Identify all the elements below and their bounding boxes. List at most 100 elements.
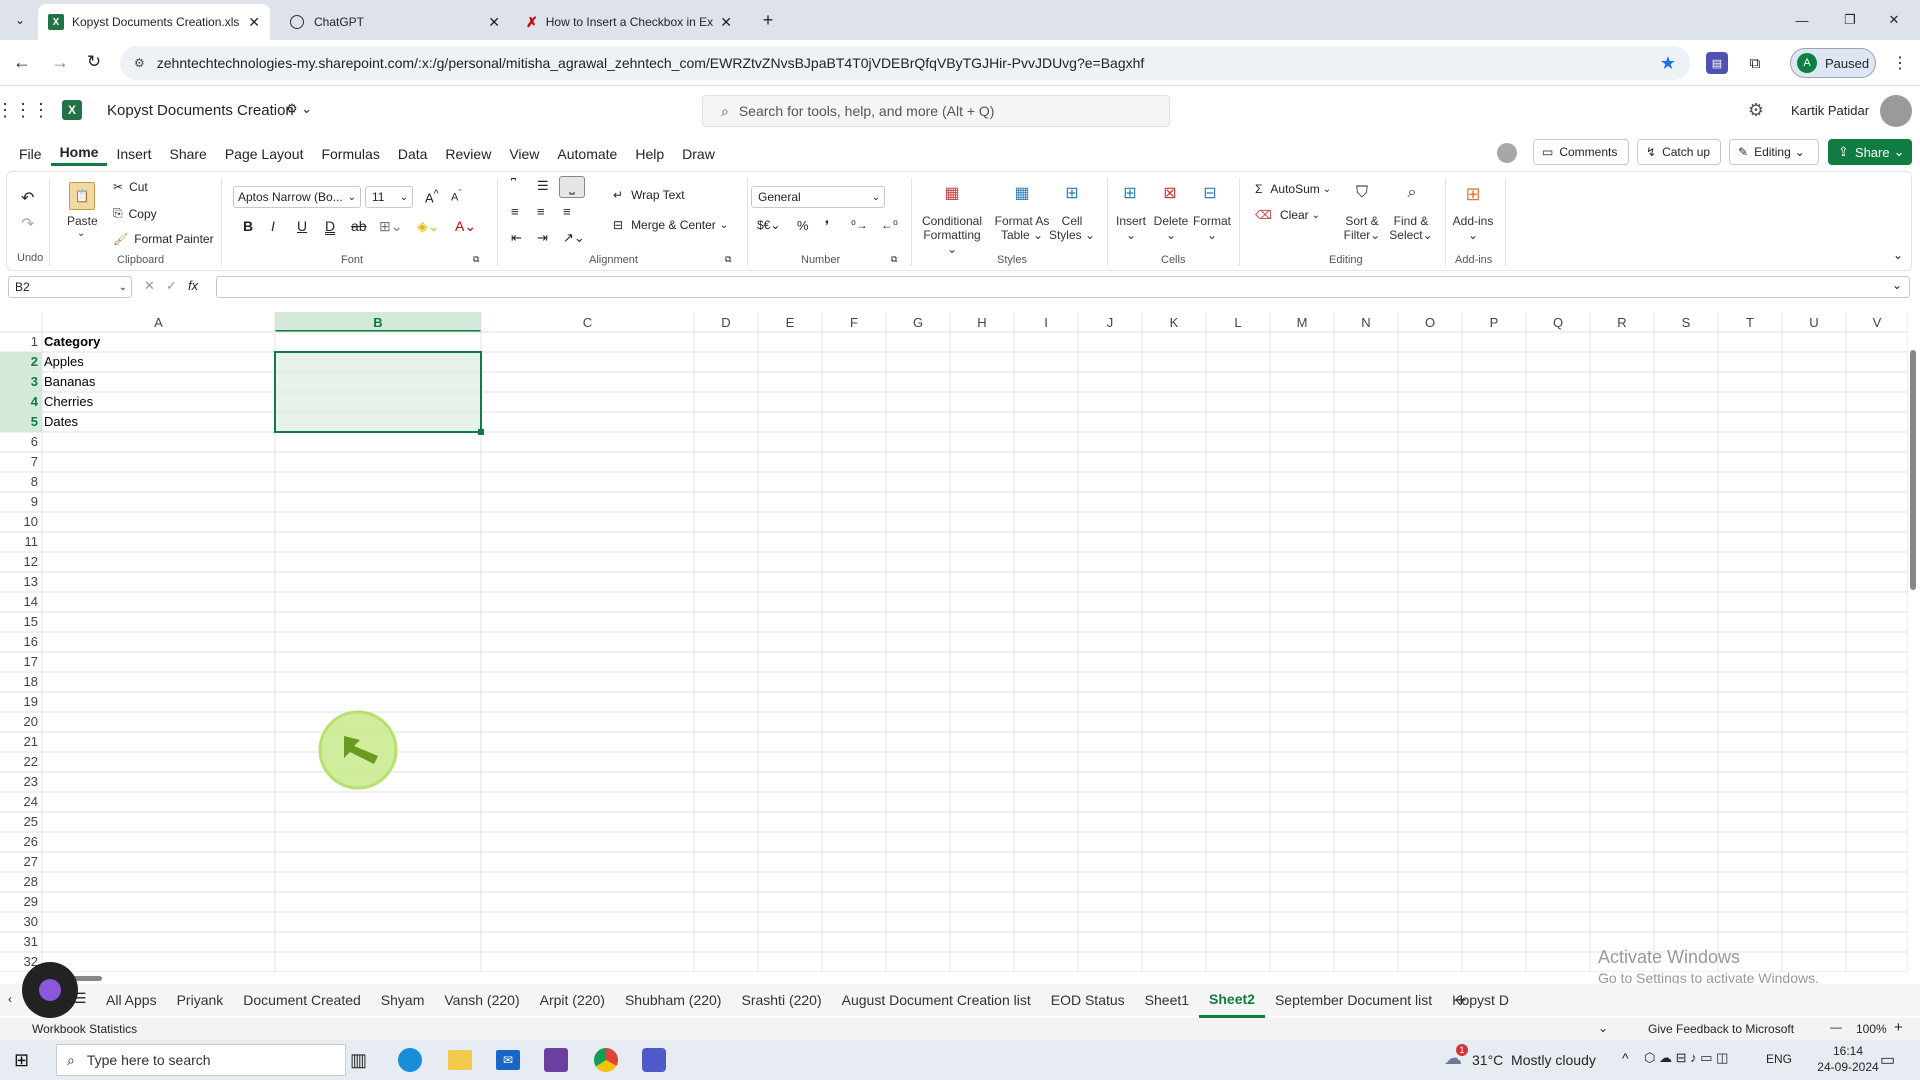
autosave-icon[interactable]: ⚙ ⌄ bbox=[286, 101, 312, 117]
sheet-tab[interactable]: Document Created bbox=[233, 984, 371, 1016]
browser-tab-excel[interactable]: X Kopyst Documents Creation.xls ✕ bbox=[38, 4, 270, 40]
formula-input[interactable] bbox=[216, 276, 1910, 298]
paste-icon[interactable]: 📋 bbox=[69, 182, 95, 210]
reload-icon[interactable]: ↻ bbox=[82, 50, 106, 74]
delete-cells-button[interactable]: Delete ⌄ bbox=[1151, 214, 1191, 242]
decrease-indent-icon[interactable]: ⇤ bbox=[511, 230, 522, 246]
find-select-icon[interactable]: ⌕ bbox=[1401, 182, 1423, 204]
menu-automate[interactable]: Automate bbox=[548, 143, 626, 165]
increase-decimal-icon[interactable]: ⁰→ bbox=[851, 218, 868, 232]
row-header[interactable]: 31 bbox=[0, 934, 42, 949]
row-header[interactable]: 12 bbox=[0, 554, 42, 569]
sheet-tab[interactable]: Shubham (220) bbox=[615, 984, 732, 1016]
insert-cells-button[interactable]: Insert ⌄ bbox=[1111, 214, 1151, 242]
sheet-tab[interactable]: All Apps bbox=[96, 984, 167, 1016]
row-header[interactable]: 16 bbox=[0, 634, 42, 649]
menu-formulas[interactable]: Formulas bbox=[312, 143, 388, 165]
menu-view[interactable]: View bbox=[500, 143, 548, 165]
format-as-table-button[interactable]: Format As Table ⌄ bbox=[993, 214, 1051, 242]
search-box[interactable]: ⌕ Search for tools, help, and more (Alt … bbox=[702, 95, 1170, 127]
app-launcher-icon[interactable]: ⋮⋮⋮ bbox=[0, 99, 50, 121]
row-header[interactable]: 13 bbox=[0, 574, 42, 589]
close-tab-icon[interactable]: ✕ bbox=[720, 14, 732, 31]
font-dialog-launcher-icon[interactable]: ⧉ bbox=[473, 254, 479, 265]
underline-icon[interactable]: U bbox=[297, 218, 307, 234]
number-dialog-launcher-icon[interactable]: ⧉ bbox=[891, 254, 897, 265]
insert-function-icon[interactable]: fx bbox=[188, 278, 198, 293]
chrome-icon[interactable] bbox=[594, 1048, 618, 1072]
column-header-c[interactable]: C bbox=[481, 314, 694, 331]
insert-cells-icon[interactable]: ⊞ bbox=[1119, 182, 1141, 204]
column-header-b[interactable]: B bbox=[275, 314, 481, 331]
column-header-h[interactable]: H bbox=[950, 314, 1014, 331]
addins-button[interactable]: Add-ins ⌄ bbox=[1447, 214, 1499, 242]
editing-mode-button[interactable]: ✎ Editing ⌄ bbox=[1729, 139, 1819, 165]
sort-filter-icon[interactable]: ⛉ bbox=[1351, 182, 1373, 204]
minimize-window-icon[interactable]: — bbox=[1790, 8, 1814, 32]
vertical-scrollbar[interactable] bbox=[1908, 330, 1918, 970]
forward-icon[interactable]: → bbox=[48, 50, 72, 74]
row-header[interactable]: 5 bbox=[0, 414, 42, 429]
align-center-icon[interactable]: ≡ bbox=[537, 204, 545, 219]
row-header[interactable]: 1 bbox=[0, 334, 42, 349]
column-header-m[interactable]: M bbox=[1270, 314, 1334, 331]
column-header-n[interactable]: N bbox=[1334, 314, 1398, 331]
column-header-p[interactable]: P bbox=[1462, 314, 1526, 331]
taskbar-search[interactable]: ⌕ Type here to search bbox=[56, 1044, 346, 1076]
row-header[interactable]: 24 bbox=[0, 794, 42, 809]
sheet-tab[interactable]: Shyam bbox=[371, 984, 435, 1016]
sheet-tab[interactable]: Srashti (220) bbox=[731, 984, 831, 1016]
bookmark-star-icon[interactable]: ★ bbox=[1660, 53, 1676, 74]
tab-search-chevron-icon[interactable]: ⌄ bbox=[8, 8, 32, 32]
row-header[interactable]: 3 bbox=[0, 374, 42, 389]
address-bar[interactable]: ⚙ zehntechtechnologies-my.sharepoint.com… bbox=[120, 46, 1690, 80]
top-align-icon[interactable]: ⎴ bbox=[511, 178, 516, 194]
column-header-v[interactable]: V bbox=[1846, 314, 1908, 331]
alignment-dialog-launcher-icon[interactable]: ⧉ bbox=[725, 254, 731, 265]
file-explorer-icon[interactable] bbox=[448, 1050, 472, 1070]
row-header[interactable]: 29 bbox=[0, 894, 42, 909]
sort-filter-button[interactable]: Sort & Filter⌄ bbox=[1339, 214, 1385, 242]
close-tab-icon[interactable]: ✕ bbox=[488, 14, 500, 31]
menu-help[interactable]: Help bbox=[626, 143, 673, 165]
sheet-tab[interactable]: Arpit (220) bbox=[530, 984, 615, 1016]
catch-up-button[interactable]: ↯ Catch up bbox=[1637, 139, 1721, 165]
row-header[interactable]: 19 bbox=[0, 694, 42, 709]
row-header[interactable]: 4 bbox=[0, 394, 42, 409]
sheet-tab[interactable]: September Document list bbox=[1265, 984, 1442, 1016]
font-size-dropdown[interactable]: 11 ⌄ bbox=[365, 186, 413, 208]
sheet-tab[interactable]: EOD Status bbox=[1041, 984, 1135, 1016]
paste-button[interactable]: Paste bbox=[67, 214, 98, 228]
column-header-g[interactable]: G bbox=[886, 314, 950, 331]
format-as-table-icon[interactable]: ▦ bbox=[1011, 182, 1033, 204]
menu-file[interactable]: File bbox=[10, 143, 51, 165]
notification-center-icon[interactable]: ▭ bbox=[1880, 1050, 1895, 1070]
row-header[interactable]: 18 bbox=[0, 674, 42, 689]
zoom-out-icon[interactable]: — bbox=[1830, 1020, 1842, 1034]
row-header[interactable]: 6 bbox=[0, 434, 42, 449]
undo-icon[interactable]: ↶ bbox=[21, 188, 34, 208]
cell-styles-button[interactable]: Cell Styles ⌄ bbox=[1047, 214, 1097, 242]
zoom-level[interactable]: 100% bbox=[1856, 1022, 1887, 1036]
number-format-dropdown[interactable]: General ⌄ bbox=[751, 186, 885, 208]
autosum-button[interactable]: Σ AutoSum ⌄ bbox=[1255, 182, 1331, 196]
column-header-r[interactable]: R bbox=[1590, 314, 1654, 331]
column-header-d[interactable]: D bbox=[694, 314, 758, 331]
column-header-j[interactable]: J bbox=[1078, 314, 1142, 331]
font-color-icon[interactable]: A⌄ bbox=[455, 218, 476, 235]
decrease-decimal-icon[interactable]: ←⁰ bbox=[881, 218, 898, 232]
copy-button[interactable]: ⎘ Copy bbox=[113, 206, 157, 221]
menu-review[interactable]: Review bbox=[436, 143, 500, 165]
worksheet-grid[interactable]: A B C D E F G H I J K L M N O P Q R S T U V 1 2 3 4 5 6 7 8 9 10 11 12 13 1… bbox=[0, 312, 1908, 972]
expand-formula-icon[interactable]: ⌄ bbox=[1892, 278, 1902, 292]
align-right-icon[interactable]: ≡ bbox=[563, 204, 571, 219]
user-avatar[interactable] bbox=[1880, 95, 1912, 127]
row-header[interactable]: 21 bbox=[0, 734, 42, 749]
sheet-tab[interactable]: Sheet2 bbox=[1199, 983, 1265, 1018]
edge-icon[interactable] bbox=[398, 1048, 422, 1072]
row-header[interactable]: 20 bbox=[0, 714, 42, 729]
sheet-tab[interactable]: Vansh (220) bbox=[434, 984, 529, 1016]
new-tab-icon[interactable]: + bbox=[756, 8, 780, 32]
sheet-tab[interactable]: Priyank bbox=[167, 984, 234, 1016]
browser-tab-checkbox[interactable]: ✗ How to Insert a Checkbox in Ex ✕ bbox=[516, 4, 742, 40]
